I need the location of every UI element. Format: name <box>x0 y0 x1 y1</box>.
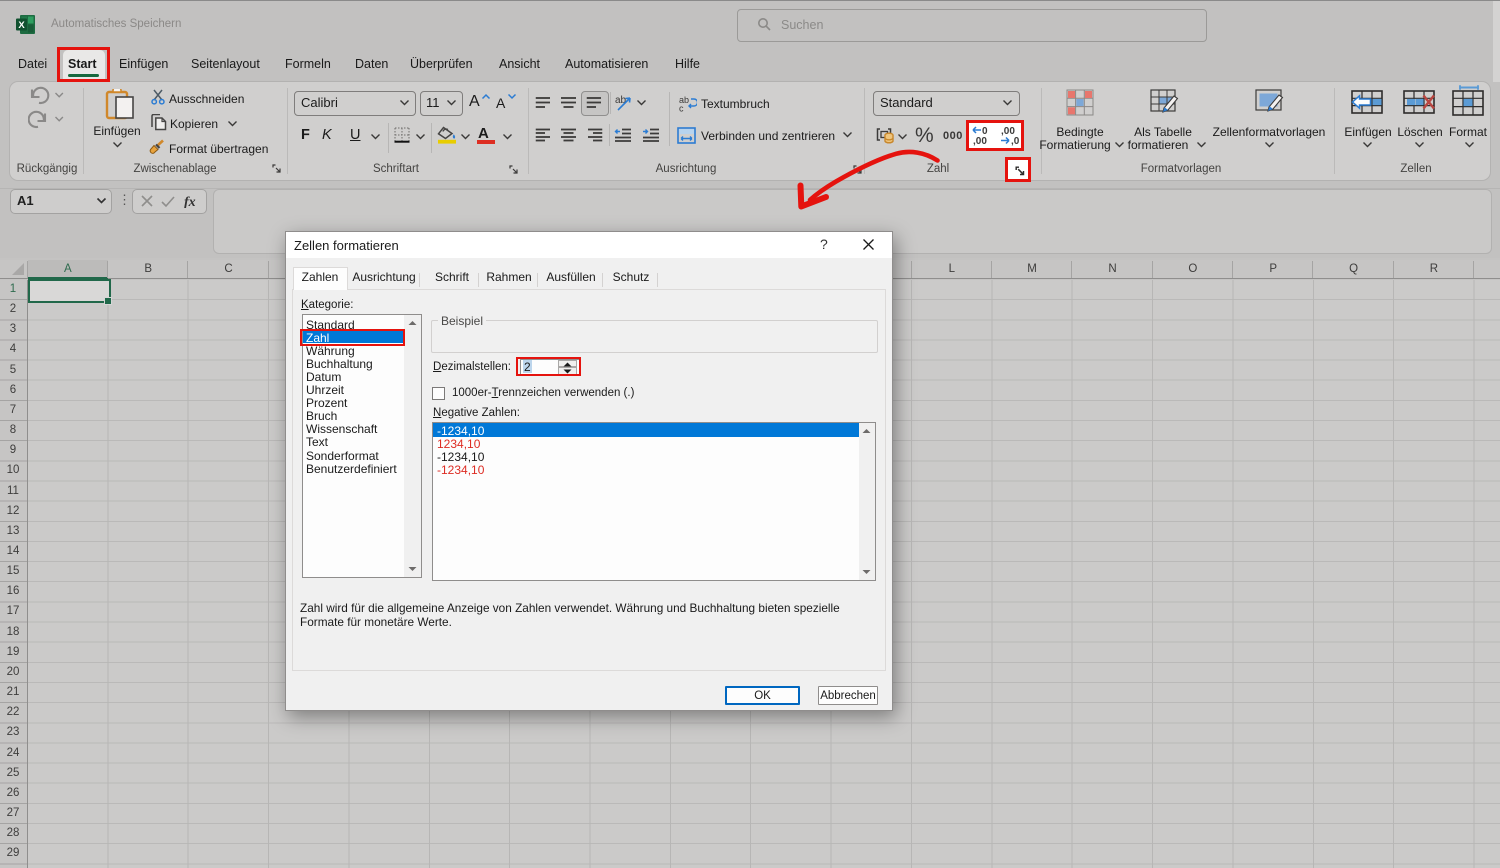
svg-text:c: c <box>679 104 684 113</box>
svg-text:X: X <box>18 20 25 31</box>
svg-text:fx: fx <box>184 195 196 208</box>
svg-text:,0: ,0 <box>1011 136 1020 146</box>
svg-text:ab: ab <box>615 95 627 106</box>
svg-text:,00: ,00 <box>973 136 987 146</box>
